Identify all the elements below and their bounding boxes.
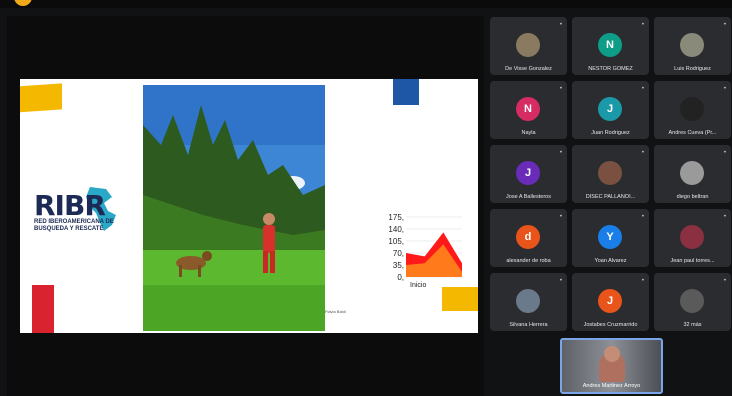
mic-muted-icon: • xyxy=(723,214,726,220)
mic-muted-icon: • xyxy=(559,214,562,220)
participant-tile[interactable]: • Andres Cueva (Pr... xyxy=(654,81,731,139)
participant-name: Nayla xyxy=(521,130,536,136)
y-tick-label: 105, xyxy=(388,237,404,246)
mic-muted-icon: • xyxy=(559,86,562,92)
participant-name: De Visse Gonzalez xyxy=(505,66,552,72)
top-bar xyxy=(0,0,732,8)
avatar xyxy=(680,97,704,121)
participant-tile[interactable]: • N NESTOR GOMEZ xyxy=(572,17,649,75)
yellow-brush-top-left xyxy=(20,83,62,113)
avatar xyxy=(680,225,704,249)
mic-muted-icon: • xyxy=(641,278,644,284)
participant-name: diego beltran xyxy=(676,194,709,200)
avatar xyxy=(598,161,622,185)
self-view-video[interactable]: Andres Martinez Arroyo xyxy=(560,338,663,394)
rescue-dog-photo xyxy=(143,85,325,331)
blue-brush-top xyxy=(393,79,419,105)
participant-tile[interactable]: • J Juan Rodriguez xyxy=(572,81,649,139)
mic-muted-icon: • xyxy=(641,214,644,220)
self-view-name: Andres Martinez Arroyo xyxy=(582,383,641,389)
mic-muted-icon: • xyxy=(559,150,562,156)
participant-name: DISEC PALLANOI... xyxy=(585,194,636,200)
participant-name: Jose A Ballesteros xyxy=(506,194,551,200)
participant-name: NESTOR GOMEZ xyxy=(588,66,633,72)
participant-tile[interactable]: • J Jose A Ballesteros xyxy=(490,145,567,203)
participant-name: Juan Rodriguez xyxy=(591,130,630,136)
mic-muted-icon: • xyxy=(723,150,726,156)
avatar: J xyxy=(598,97,622,121)
red-brush-bottom-left xyxy=(32,285,54,333)
self-view-head xyxy=(604,346,620,362)
y-tick-label: 175, xyxy=(388,213,404,222)
avatar: J xyxy=(598,289,622,313)
logo-title: RIBR xyxy=(34,189,106,222)
participant-tile[interactable]: • J Jostabes Cruzmarrido xyxy=(572,273,649,331)
avatar xyxy=(680,161,704,185)
participant-tile[interactable]: • Y Yoan Alvarez xyxy=(572,209,649,267)
participant-name: Jean paul torres... xyxy=(670,258,715,264)
mic-muted-icon: • xyxy=(559,22,562,28)
participant-name: Jostabes Cruzmarrido xyxy=(583,322,638,328)
participant-name: Yoan Alvarez xyxy=(594,258,627,264)
participant-tile[interactable]: • Silvana Herrera xyxy=(490,273,567,331)
mic-muted-icon: • xyxy=(723,278,726,284)
mic-muted-icon: • xyxy=(559,278,562,284)
avatar: d xyxy=(516,225,540,249)
participant-tile[interactable]: • d alexander de roba xyxy=(490,209,567,267)
participant-name: Andres Cueva (Pr... xyxy=(668,130,717,136)
participant-tile[interactable]: • Luis Rodriguez xyxy=(654,17,731,75)
logo-subtitle: RED IBEROAMERICANA DE BUSQUEDA Y RESCATE xyxy=(34,219,114,232)
avatar: Y xyxy=(598,225,622,249)
participant-tile[interactable]: • DISEC PALLANOI... xyxy=(572,145,649,203)
participant-tile[interactable]: • 32 más xyxy=(654,273,731,331)
area-chart: 175, 140, 105, 70, 35, 0, Inicio xyxy=(388,213,462,289)
mic-muted-icon: • xyxy=(641,22,644,28)
y-tick-label: 70, xyxy=(393,249,404,258)
mic-muted-icon: • xyxy=(723,86,726,92)
mic-muted-icon: • xyxy=(641,150,644,156)
avatar: N xyxy=(598,33,622,57)
x-axis-label: Inicio xyxy=(410,282,426,289)
avatar: N xyxy=(516,97,540,121)
participant-name: Silvana Herrera xyxy=(509,322,548,328)
avatar xyxy=(680,289,704,313)
avatar xyxy=(516,289,540,313)
participant-name: 32 más xyxy=(683,322,702,328)
presentation-slide: RIBR RED IBEROAMERICANA DE BUSQUEDA Y RE… xyxy=(20,79,478,333)
y-tick-label: 140, xyxy=(388,225,404,234)
avatar: J xyxy=(516,161,540,185)
y-tick-label: 0, xyxy=(397,273,404,282)
participant-name: alexander de roba xyxy=(506,258,551,264)
y-tick-label: 35, xyxy=(393,261,404,270)
mic-muted-icon: • xyxy=(641,86,644,92)
participant-tile[interactable]: • diego beltran xyxy=(654,145,731,203)
participant-tile[interactable]: • De Visse Gonzalez xyxy=(490,17,567,75)
mic-muted-icon: • xyxy=(723,22,726,28)
avatar xyxy=(516,33,540,57)
avatar xyxy=(680,33,704,57)
participant-name: Luis Rodriguez xyxy=(674,66,711,72)
participant-tile[interactable]: • N Nayla xyxy=(490,81,567,139)
participant-tile[interactable]: • Jean paul torres... xyxy=(654,209,731,267)
photo-credit: Flavia Baldi xyxy=(325,309,346,314)
